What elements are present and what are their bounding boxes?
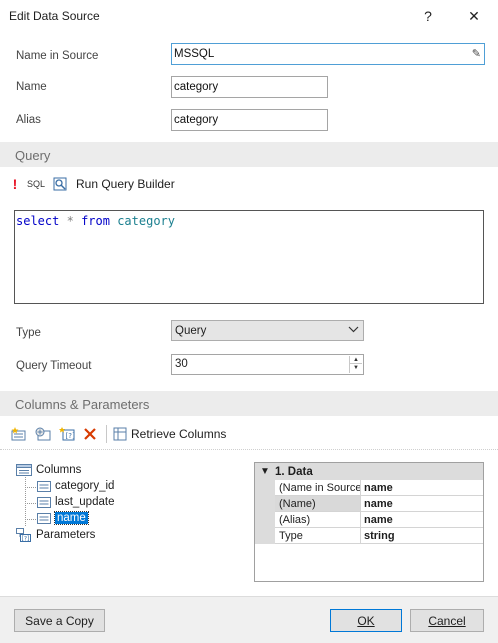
- sql-star: *: [66, 214, 74, 228]
- property-grid: ▼ 1. Data (Name in Source name (Name) na…: [254, 462, 484, 582]
- svg-text:[?]: [?]: [22, 536, 30, 543]
- tree-line: [25, 519, 36, 520]
- tree-node-column-selected[interactable]: name: [37, 511, 89, 525]
- name-in-source-label: Name in Source: [16, 50, 99, 62]
- columns-toolbar: [?] Retrieve Columns: [10, 423, 226, 445]
- query-builder-icon[interactable]: [52, 174, 68, 194]
- sql-table-name: category: [117, 214, 175, 228]
- sql-keyword-select: select: [16, 214, 60, 228]
- stepper-up-icon[interactable]: ▲: [350, 356, 362, 364]
- type-label: Type: [16, 327, 41, 339]
- property-row[interactable]: Type string: [255, 528, 483, 544]
- tree-line: [25, 487, 36, 488]
- calc-column-icon[interactable]: [34, 424, 52, 444]
- collapse-icon[interactable]: ▼: [255, 466, 275, 477]
- retrieve-columns-icon: [113, 427, 127, 441]
- query-toolbar: ! SQL Run Query Builder: [10, 173, 181, 195]
- delete-icon[interactable]: [82, 424, 98, 444]
- warning-icon[interactable]: !: [10, 174, 20, 194]
- edit-pencil-icon[interactable]: ✎: [472, 47, 481, 60]
- stepper-down-icon[interactable]: ▼: [350, 364, 362, 372]
- type-dropdown[interactable]: Query: [171, 320, 364, 341]
- toolbar-separator: [106, 425, 107, 443]
- tree-node-parameters[interactable]: [?] Parameters: [16, 528, 95, 542]
- table-icon: [16, 464, 32, 476]
- name-label: Name: [16, 81, 47, 93]
- sql-editor[interactable]: select * from category: [14, 210, 484, 304]
- column-icon: [37, 496, 51, 508]
- retrieve-columns-button[interactable]: Retrieve Columns: [113, 424, 226, 444]
- property-row[interactable]: (Name in Source name: [255, 480, 483, 496]
- title-bar: Edit Data Source ? ✕: [0, 0, 498, 32]
- ok-button[interactable]: OK: [330, 609, 402, 632]
- property-group-header[interactable]: ▼ 1. Data: [255, 463, 483, 480]
- name-in-source-field[interactable]: MSSQL ✎: [171, 43, 485, 65]
- alias-field[interactable]: category: [171, 109, 328, 131]
- column-icon: [37, 480, 51, 492]
- save-copy-button[interactable]: Save a Copy: [14, 609, 105, 632]
- sql-icon[interactable]: SQL: [26, 174, 46, 194]
- name-field[interactable]: category: [171, 76, 328, 98]
- svg-text:[?]: [?]: [66, 432, 75, 440]
- parameter-icon: [?]: [16, 528, 32, 542]
- new-parameter-icon[interactable]: [?]: [58, 424, 76, 444]
- window-title: Edit Data Source: [9, 9, 100, 23]
- property-row[interactable]: (Alias) name: [255, 512, 483, 528]
- run-query-builder-button[interactable]: Run Query Builder: [76, 174, 175, 194]
- property-row[interactable]: (Name) name: [255, 496, 483, 512]
- new-column-icon[interactable]: [10, 424, 28, 444]
- alias-label: Alias: [16, 114, 41, 126]
- column-icon: [37, 512, 51, 524]
- sql-keyword-from: from: [81, 214, 110, 228]
- help-button[interactable]: ?: [408, 0, 448, 32]
- columns-tree: Columns category_id last_update name [?]…: [16, 462, 246, 562]
- chevron-down-icon: [348, 324, 359, 338]
- dialog-footer: Save a Copy OK Cancel: [0, 596, 498, 643]
- close-button[interactable]: ✕: [454, 0, 494, 32]
- cancel-button[interactable]: Cancel: [410, 609, 484, 632]
- columns-section-header: Columns & Parameters: [0, 391, 498, 416]
- query-timeout-stepper[interactable]: 30 ▲ ▼: [171, 354, 364, 375]
- tree-line: [25, 503, 36, 504]
- tree-node-column[interactable]: last_update: [37, 496, 114, 508]
- toolbar-divider: [0, 449, 498, 450]
- tree-node-columns[interactable]: Columns: [16, 464, 81, 476]
- query-timeout-label: Query Timeout: [16, 360, 92, 372]
- query-section-header: Query: [0, 142, 498, 167]
- tree-node-column[interactable]: category_id: [37, 480, 114, 492]
- close-icon: ✕: [468, 7, 480, 24]
